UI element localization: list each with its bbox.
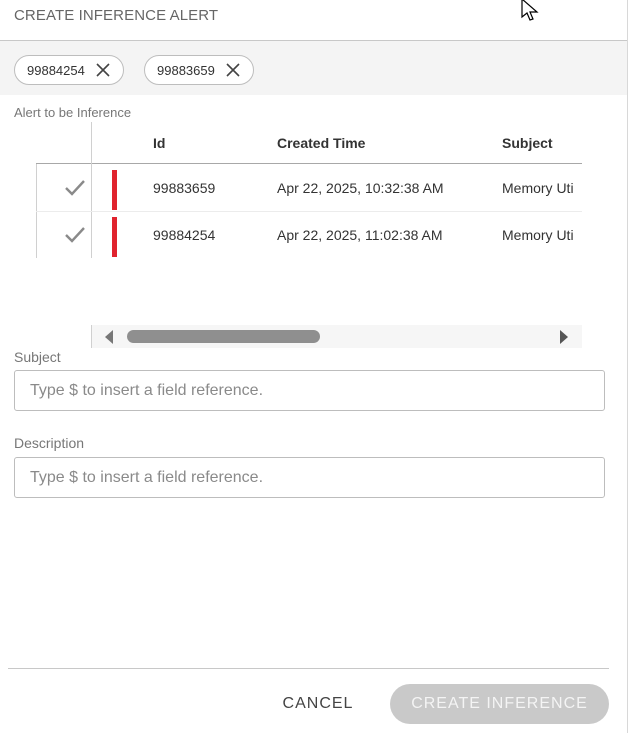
alert-chip: 99883659 <box>144 55 254 85</box>
severity-indicator <box>112 170 117 210</box>
dialog-title: CREATE INFERENCE ALERT <box>14 7 219 24</box>
cell-subject: Memory Uti <box>502 180 574 196</box>
close-icon[interactable] <box>225 62 241 78</box>
subject-input[interactable] <box>14 370 605 411</box>
table-row[interactable]: 99883659 Apr 22, 2025, 10:32:38 AM Memor… <box>36 165 582 212</box>
create-inference-button[interactable]: CREATE INFERENCE <box>390 684 609 724</box>
alerts-table: Id Created Time Subject 99883659 Apr 22,… <box>36 122 582 350</box>
description-label: Description <box>14 435 85 451</box>
subject-label: Subject <box>14 349 61 365</box>
dialog-header: CREATE INFERENCE ALERT <box>0 0 627 41</box>
close-icon[interactable] <box>95 62 111 78</box>
footer-divider <box>8 668 609 669</box>
alert-chip: 99884254 <box>14 55 124 85</box>
column-header-subject[interactable]: Subject <box>502 135 553 151</box>
cancel-button[interactable]: CANCEL <box>272 686 364 722</box>
chip-label: 99883659 <box>157 62 215 78</box>
column-header-created-time[interactable]: Created Time <box>277 135 365 151</box>
scrollbar-thumb[interactable] <box>127 330 320 343</box>
section-label: Alert to be Inference <box>14 105 132 120</box>
cell-created-time: Apr 22, 2025, 10:32:38 AM <box>277 180 444 196</box>
selected-alerts-bar: 99884254 99883659 <box>0 41 627 95</box>
check-icon[interactable] <box>64 226 86 244</box>
scrollbar-divider <box>91 325 92 348</box>
description-input[interactable] <box>14 457 605 498</box>
cell-id: 99884254 <box>153 227 216 243</box>
mouse-pointer-icon <box>521 0 539 21</box>
table-header: Id Created Time Subject <box>36 122 582 164</box>
scroll-right-icon[interactable] <box>560 330 568 344</box>
dialog-edge <box>627 0 628 733</box>
horizontal-scrollbar[interactable] <box>91 325 582 348</box>
cell-id: 99883659 <box>153 180 216 196</box>
table-row[interactable]: 99884254 Apr 22, 2025, 11:02:38 AM Memor… <box>36 212 582 259</box>
scroll-left-icon[interactable] <box>105 330 113 344</box>
check-icon[interactable] <box>64 179 86 197</box>
column-header-id[interactable]: Id <box>153 135 165 151</box>
cell-subject: Memory Uti <box>502 227 574 243</box>
cell-created-time: Apr 22, 2025, 11:02:38 AM <box>277 227 443 243</box>
severity-indicator <box>112 217 117 257</box>
create-inference-dialog: CREATE INFERENCE ALERT 99884254 99883659… <box>0 0 632 733</box>
chip-label: 99884254 <box>27 62 85 78</box>
